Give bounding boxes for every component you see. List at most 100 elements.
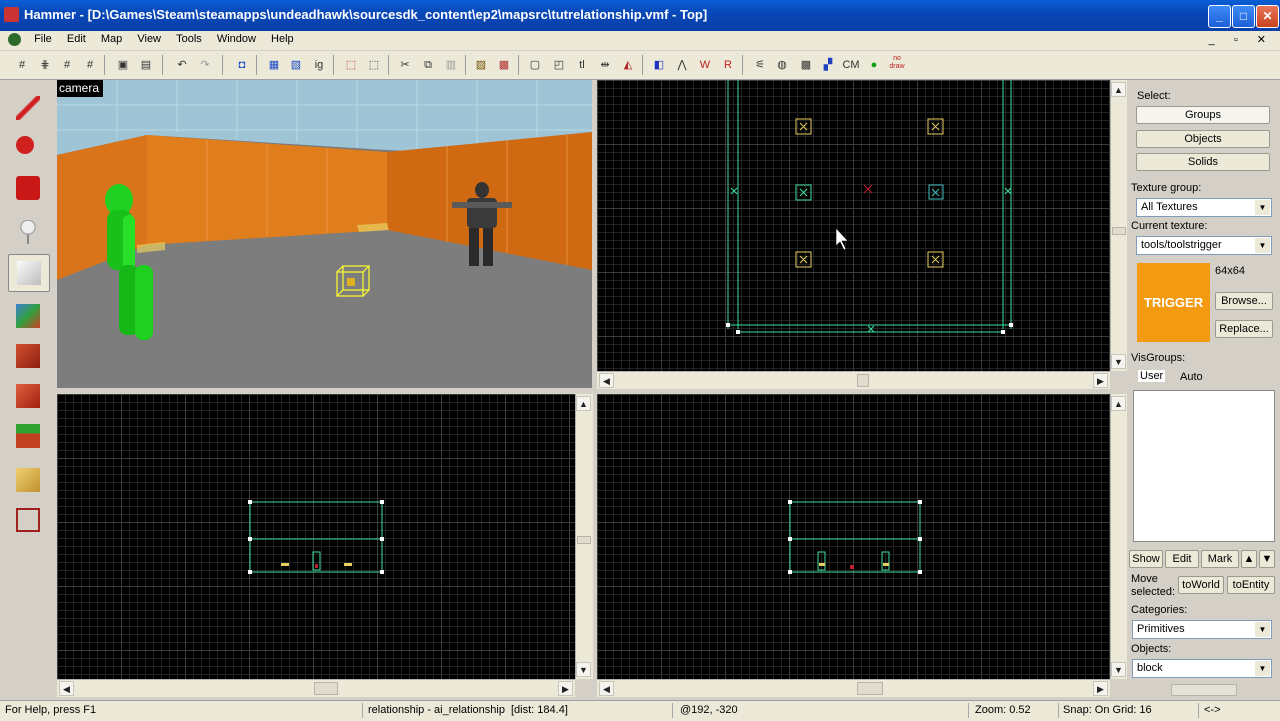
group-icon[interactable]: ▣ (113, 55, 133, 75)
browse-button[interactable]: Browse... (1215, 292, 1273, 310)
dropdown-arrow-icon[interactable]: ▼ (1255, 238, 1270, 253)
menu-tools[interactable]: Tools (170, 31, 208, 45)
camera-viewport[interactable]: camera (57, 80, 592, 388)
to-world-button[interactable]: toWorld (1178, 576, 1224, 594)
scroll-right-icon[interactable]: ▶ (558, 681, 573, 696)
cubemaps-label[interactable]: CM (841, 55, 861, 75)
tab-user[interactable]: User (1138, 370, 1166, 382)
scroll-left-icon[interactable]: ◀ (59, 681, 74, 696)
block-tool[interactable] (8, 254, 50, 292)
visgroups-list[interactable] (1133, 390, 1275, 542)
to-entity-button[interactable]: toEntity (1227, 576, 1275, 594)
skeleton-icon[interactable]: ⋀ (672, 55, 692, 75)
minimize-button[interactable]: _ (1208, 5, 1231, 28)
mdi-window-controls[interactable]: _ ▫ ✕ (1209, 33, 1274, 46)
maximize-button[interactable]: □ (1232, 5, 1255, 28)
categories-select[interactable]: Primitives ▼ (1132, 620, 1272, 639)
scroll-thumb[interactable] (314, 682, 338, 695)
replace-button[interactable]: Replace... (1215, 320, 1273, 338)
flat-mode-icon[interactable]: W (695, 55, 715, 75)
visgroup-mark-button[interactable]: Mark (1201, 550, 1239, 568)
texture-scale-lock-icon[interactable]: ▩ (494, 55, 514, 75)
redo-icon[interactable]: ↷ (195, 55, 215, 75)
nodraw-icon[interactable]: no draw (887, 55, 907, 75)
menu-window[interactable]: Window (211, 31, 262, 45)
cut-icon[interactable]: ✂ (395, 55, 415, 75)
select-groups-button[interactable]: Groups (1136, 106, 1270, 124)
scroll-right-icon[interactable]: ▶ (1093, 373, 1108, 388)
top-view-horizontal-scrollbar[interactable]: ◀ ▶ (597, 371, 1110, 389)
texture-application-tool[interactable] (8, 298, 48, 334)
scroll-thumb[interactable] (1112, 227, 1126, 235)
detail-icon[interactable]: ▩ (796, 55, 816, 75)
scroll-left-icon[interactable]: ◀ (599, 681, 614, 696)
front-view-vertical-scrollbar[interactable]: ▲ ▼ (575, 394, 593, 679)
menu-help[interactable]: Help (265, 31, 300, 45)
selection-box-icon[interactable]: ▢ (525, 55, 545, 75)
vertex-tool[interactable] (8, 502, 48, 538)
visgroup-show-button[interactable]: Show (1129, 550, 1163, 568)
carve-icon[interactable]: ⬚ (341, 55, 361, 75)
scroll-right-icon[interactable]: ▶ (1093, 681, 1108, 696)
scroll-down-icon[interactable]: ▼ (576, 662, 591, 677)
texture-group-select[interactable]: All Textures ▼ (1136, 198, 1272, 217)
undo-icon[interactable]: ↶ (172, 55, 192, 75)
models-icon[interactable]: ◍ (772, 55, 792, 75)
entity-tool[interactable] (8, 214, 48, 250)
grid-larger-icon[interactable]: # (80, 55, 100, 75)
textured-mode-icon[interactable]: R (718, 55, 738, 75)
menu-file[interactable]: File (28, 31, 58, 45)
selection-tool[interactable] (8, 90, 48, 126)
texture-lock-icon[interactable]: ▨ (471, 55, 491, 75)
scroll-down-icon[interactable]: ▼ (1111, 662, 1126, 677)
tab-auto[interactable]: Auto (1180, 371, 1203, 383)
grid-3d-icon[interactable]: ⋕ (35, 55, 55, 75)
front-view-horizontal-scrollbar[interactable]: ◀ ▶ (57, 679, 575, 697)
clipping-tool[interactable] (8, 462, 48, 498)
cubemap-icon[interactable]: ▞ (818, 55, 838, 75)
camera-tool[interactable] (8, 170, 48, 206)
show-icon[interactable]: ▧ (286, 55, 306, 75)
make-hollow-icon[interactable]: ⬚ (364, 55, 384, 75)
scroll-down-icon[interactable]: ▼ (1111, 354, 1126, 369)
menu-edit[interactable]: Edit (61, 31, 92, 45)
faces-spinner[interactable] (1171, 684, 1237, 696)
flip-icon[interactable]: ◭ (618, 55, 638, 75)
top-view-viewport[interactable] (597, 80, 1110, 371)
ungroup-icon[interactable]: ▤ (136, 55, 156, 75)
visgroup-icon[interactable]: ● (864, 55, 884, 75)
select-by-handles-icon[interactable]: ◰ (549, 55, 569, 75)
move-up-icon[interactable]: ▲ (1241, 550, 1257, 568)
grid-smaller-icon[interactable]: # (57, 55, 77, 75)
move-down-icon[interactable]: ▼ (1259, 550, 1275, 568)
toggle-texture-lock-label[interactable]: tl (572, 55, 592, 75)
dropdown-arrow-icon[interactable]: ▼ (1255, 661, 1270, 676)
decal-tool[interactable] (8, 378, 48, 414)
top-view-vertical-scrollbar[interactable]: ▲ ▼ (1110, 80, 1128, 371)
dropdown-arrow-icon[interactable]: ▼ (1255, 200, 1270, 215)
document-icon[interactable] (8, 33, 21, 46)
dropdown-arrow-icon[interactable]: ▼ (1255, 622, 1270, 637)
apply-texture-tool[interactable] (8, 338, 48, 374)
paste-icon[interactable]: ▥ (441, 55, 461, 75)
current-texture-select[interactable]: tools/toolstrigger ▼ (1136, 236, 1272, 255)
grid-toggle-icon[interactable]: # (12, 55, 32, 75)
scroll-thumb[interactable] (577, 536, 591, 544)
menu-view[interactable]: View (131, 31, 167, 45)
hide-icon[interactable]: ▦ (264, 55, 284, 75)
scroll-up-icon[interactable]: ▲ (1111, 82, 1126, 97)
menu-map[interactable]: Map (95, 31, 128, 45)
scroll-up-icon[interactable]: ▲ (1111, 396, 1126, 411)
front-view-viewport[interactable] (57, 394, 575, 679)
overlay-tool[interactable] (8, 418, 48, 454)
scroll-thumb[interactable] (857, 682, 883, 695)
ignore-groups-icon[interactable]: ig (309, 55, 329, 75)
hammer-app-icon[interactable] (4, 7, 19, 22)
wireframe-mode-icon[interactable]: ◧ (649, 55, 669, 75)
entity-helpers-icon[interactable]: ⚟ (750, 55, 770, 75)
copy-icon[interactable]: ⧉ (418, 55, 438, 75)
scroll-thumb[interactable] (857, 374, 869, 387)
run-map-icon[interactable]: ◘ (232, 55, 252, 75)
align-icon[interactable]: ⇹ (595, 55, 615, 75)
objects-select[interactable]: block ▼ (1132, 659, 1272, 678)
